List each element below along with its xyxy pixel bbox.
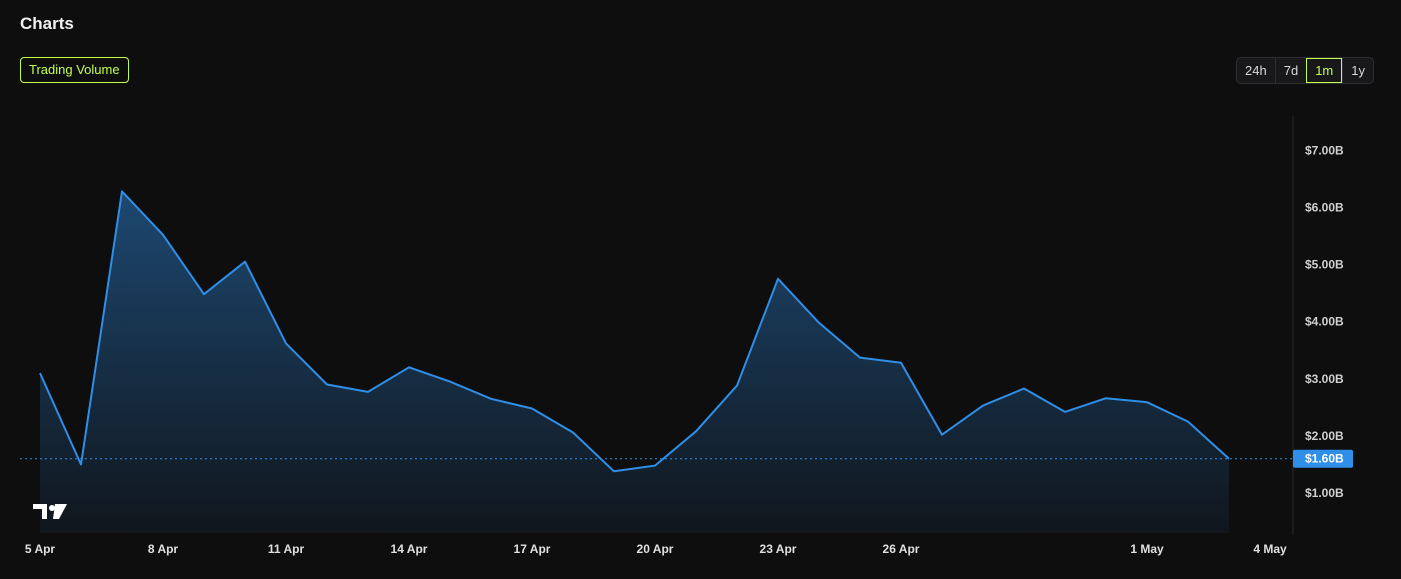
- x-tick-label: 23 Apr: [760, 542, 797, 556]
- x-tick-label: 8 Apr: [148, 542, 179, 556]
- volume-area: [40, 191, 1229, 533]
- x-tick-label: 17 Apr: [514, 542, 551, 556]
- y-tick-label: $1.00B: [1305, 486, 1344, 500]
- x-tick-label: 5 Apr: [25, 542, 56, 556]
- y-tick-label: $3.00B: [1305, 372, 1344, 386]
- x-tick-label: 4 May: [1253, 542, 1287, 556]
- x-tick-label: 11 Apr: [268, 542, 305, 556]
- y-tick-label: $7.00B: [1305, 143, 1344, 157]
- current-value-label: $1.60B: [1305, 452, 1344, 466]
- x-tick-label: 1 May: [1130, 542, 1164, 556]
- y-tick-label: $5.00B: [1305, 258, 1344, 272]
- x-tick-label: 26 Apr: [883, 542, 920, 556]
- y-tick-label: $2.00B: [1305, 429, 1344, 443]
- volume-chart: $1.60B $1.00B $2.00B $3.00B $4.00B $5.00B $6.…: [0, 0, 1401, 579]
- y-tick-label: $4.00B: [1305, 315, 1344, 329]
- x-tick-label: 20 Apr: [637, 542, 674, 556]
- x-tick-label: 14 Apr: [391, 542, 428, 556]
- y-tick-label: $6.00B: [1305, 200, 1344, 214]
